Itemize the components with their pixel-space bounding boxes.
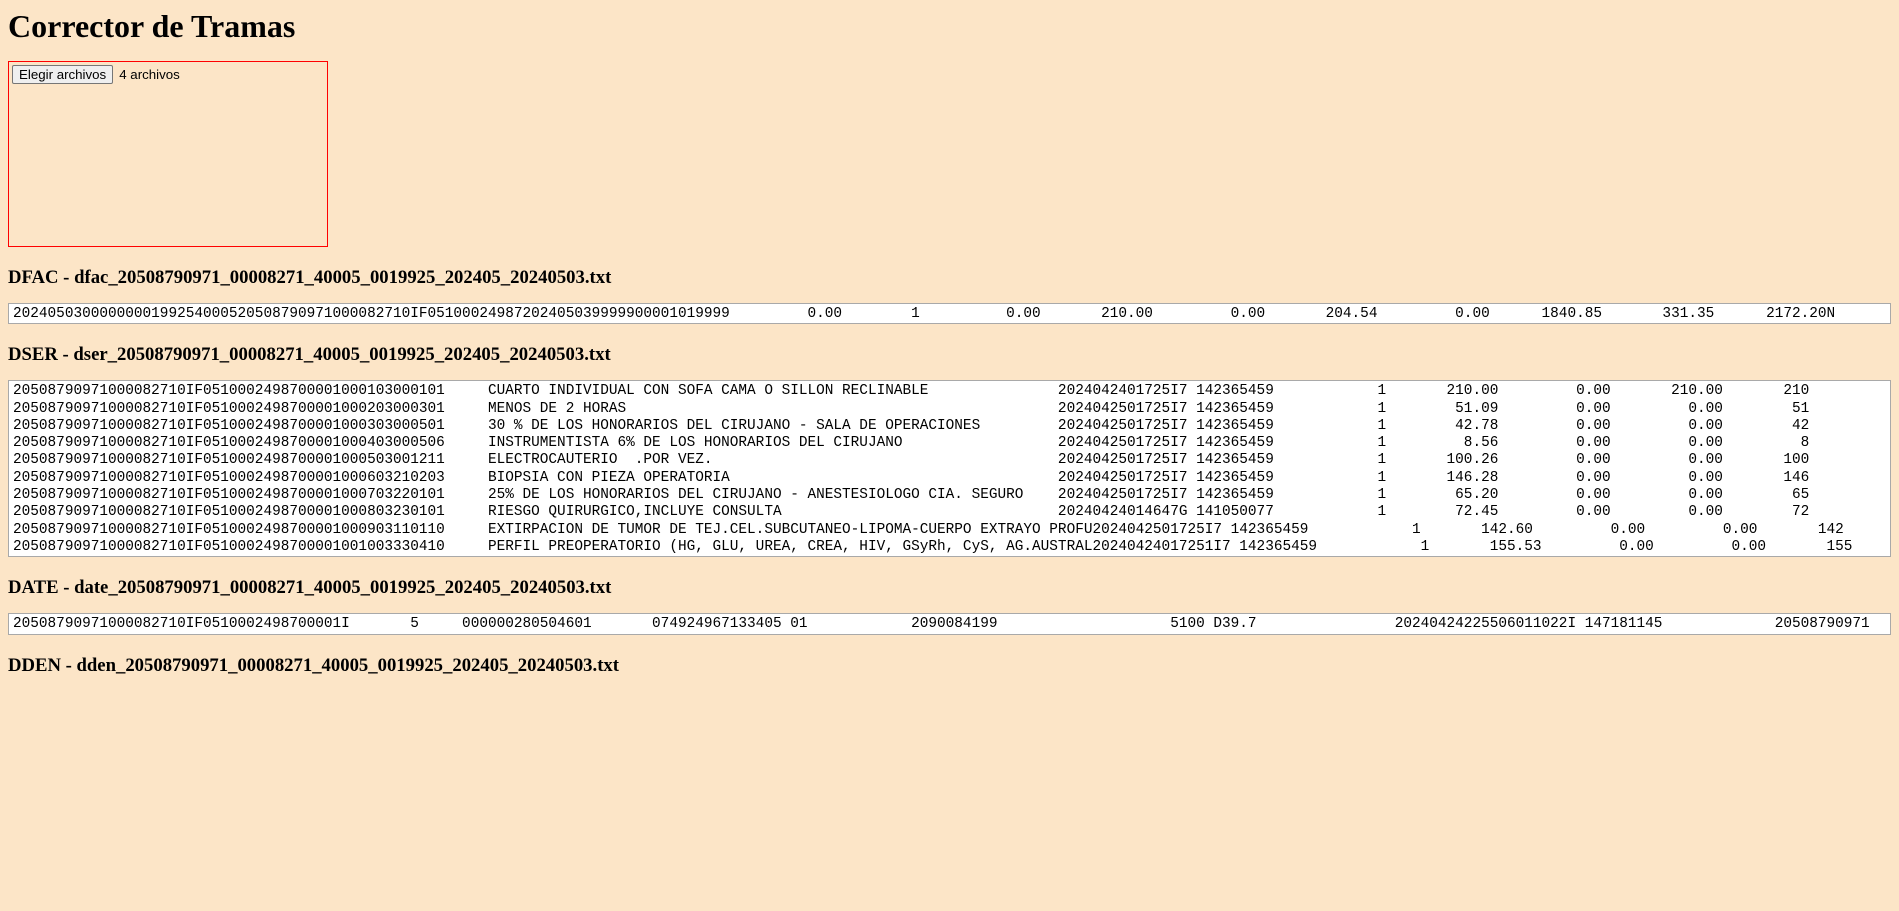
date-textarea[interactable]: 20508790971000082710IF0510002498700001I … — [8, 613, 1891, 634]
dfac-textarea[interactable]: 2024050300000000199254000520508790971000… — [8, 303, 1891, 324]
choose-files-button[interactable]: Elegir archivos — [12, 65, 113, 84]
section-heading-date: DATE - date_20508790971_00008271_40005_0… — [8, 577, 1891, 599]
section-heading-dden: DDEN - dden_20508790971_00008271_40005_0… — [8, 655, 1891, 677]
dser-textarea[interactable]: 20508790971000082710IF051000249870000100… — [8, 380, 1891, 557]
section-heading-dser: DSER - dser_20508790971_00008271_40005_0… — [8, 344, 1891, 366]
page-title: Corrector de Tramas — [8, 8, 1891, 45]
file-count-label: 4 archivos — [119, 67, 180, 82]
file-drop-zone[interactable]: Elegir archivos 4 archivos — [8, 61, 328, 247]
section-heading-dfac: DFAC - dfac_20508790971_00008271_40005_0… — [8, 267, 1891, 289]
